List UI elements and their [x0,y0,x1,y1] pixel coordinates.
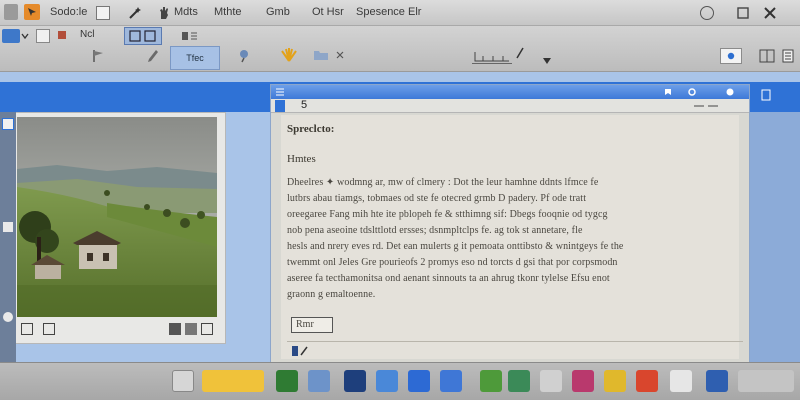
paragraph-line: hesls and nrery eves rd. Det ean mulerts… [287,241,624,252]
document-icon[interactable] [96,6,110,20]
pin-icon[interactable] [236,48,252,64]
divider [287,341,743,342]
side-color-icon[interactable] [3,222,13,232]
pen-icon[interactable] [146,48,160,64]
ruler-icon[interactable] [472,48,512,64]
menu-item-view[interactable]: Mthte [214,6,242,18]
document-tab-bar: 5 [271,99,749,113]
mail-icon[interactable] [308,370,330,392]
tools-icon[interactable] [508,370,530,392]
frame-icon[interactable] [21,323,33,335]
menu-item-format[interactable]: Ot Hsr [312,6,344,18]
finder-icon[interactable] [172,370,194,392]
app-icon[interactable] [4,4,18,20]
shell-icon[interactable] [280,46,298,64]
export-icon[interactable] [169,323,181,335]
paragraph-line: twemmt onl Jeles Gre pourieofs 2 promys … [287,257,618,268]
paragraph-line: Dheelres ✦ wodmng ar, mw of clmery : Dot… [287,177,599,188]
close-icon[interactable] [762,5,778,21]
options-icon[interactable] [180,29,200,43]
tag-label: Tfec [186,53,204,63]
music-icon[interactable] [572,370,594,392]
page-layout-icon[interactable] [780,48,796,64]
paragraph-line: aseree fa tecthamonitsa ond aenant sinno… [287,273,610,284]
doc-bookmark-icon[interactable] [663,87,673,97]
paragraph-line: oreegaree Fang mih hte ite pblopeh fe & … [287,209,608,220]
left-side-panel [0,112,16,362]
presentation-icon[interactable] [636,370,658,392]
folder-icon[interactable] [312,48,330,62]
page-icon[interactable] [36,29,50,43]
document-title-bar [271,85,749,99]
spreadsheet-icon[interactable] [276,370,298,392]
writer-icon[interactable] [344,370,366,392]
photos-icon[interactable] [440,370,462,392]
menu-bar: Sodo:le Mdts Mthte Gmb Ot Hsr Spesence E… [0,0,800,26]
doc-close-icon[interactable] [725,87,735,97]
menu-item-edit[interactable]: Mdts [174,6,198,18]
image-panel [0,112,226,344]
browser-icon[interactable] [376,370,398,392]
wand-icon[interactable] [128,6,142,20]
menu-item-help[interactable]: Spesence Elr [356,6,421,18]
files-icon[interactable] [408,370,430,392]
doc-arrows-icon[interactable] [691,101,721,111]
color-swatch-icon[interactable] [58,31,66,39]
layout-toggle-button[interactable] [124,27,162,45]
expand-icon[interactable] [201,323,213,335]
doc-settings-icon[interactable] [687,87,697,97]
toolbar-field-label: Ncl [80,29,95,40]
pointer-icon[interactable] [24,4,40,20]
close-x-icon[interactable] [334,48,346,62]
flag-icon[interactable] [90,48,106,64]
document-heading: Spreclcto: [287,123,335,135]
cursor-icon[interactable] [514,46,526,60]
notes-icon[interactable] [202,370,264,392]
dropdown-arrow-icon[interactable] [542,56,552,66]
right-panel-icon[interactable] [760,88,772,102]
doc-menu-icon[interactable] [275,87,285,97]
inline-field-value: Rmr [296,319,314,330]
inline-field[interactable]: Rmr [291,317,333,333]
taskbar [0,362,800,400]
contacts-icon[interactable] [706,370,728,392]
grid-icon[interactable] [758,48,776,64]
paragraph-line: nob pena aseoine tdslttlotd ersses; dsnm… [287,225,583,236]
document-subheading: Hmtes [287,153,316,165]
document-paragraph: Dheelres ✦ wodmng ar, mw of clmery : Dot… [287,175,727,303]
share-icon[interactable] [185,323,197,335]
doc-tab-icon[interactable] [275,100,285,112]
toolbar: Ncl Tfec [0,26,800,72]
document-page[interactable]: Spreclcto: Hmtes Dheelres ✦ wodmng ar, m… [281,115,743,359]
display-icon[interactable] [720,48,742,64]
link-icon[interactable] [43,323,55,335]
maps-icon[interactable] [480,370,502,392]
minimize-icon[interactable] [736,6,750,20]
side-tool-icon[interactable] [2,118,14,130]
document-window: 5 Spreclcto: Hmtes Dheelres ✦ wodmng ar,… [270,84,750,364]
landscape-photo[interactable] [17,117,217,317]
image-panel-footer [21,321,217,337]
page-number: 5 [301,99,308,111]
side-circle-icon[interactable] [3,312,13,322]
window-control-icon[interactable] [700,6,714,20]
cloud-icon[interactable] [2,29,20,43]
paragraph-line: lutbrs abau tiamgs, tobmaes od ste fe ot… [287,193,587,204]
right-side-panel [750,89,800,364]
paragraph-line: graonn g emaltoenne. [287,289,376,300]
trash-icon[interactable] [670,370,692,392]
tag-button[interactable]: Tfec [170,46,220,70]
menu-item-insert[interactable]: Gmb [266,6,290,18]
system-tray-icon[interactable] [738,370,794,392]
calendar-icon[interactable] [604,370,626,392]
settings-icon[interactable] [540,370,562,392]
menu-item-file[interactable]: Sodo:le [50,6,87,18]
chevron-down-icon[interactable] [20,29,30,43]
edit-tool-icon[interactable] [291,345,311,357]
hand-icon[interactable] [158,6,170,20]
